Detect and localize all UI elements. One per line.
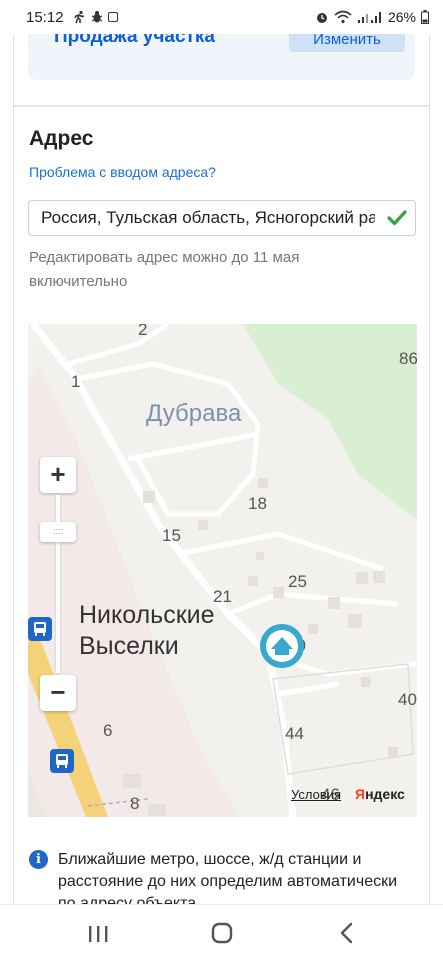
alarm-icon [316,13,327,23]
status-time: 15:12 [26,8,64,26]
page-card: Продажа участка Изменить Адрес Проблема … [13,26,430,912]
map-district-label: Дубрава [146,400,242,427]
home-icon[interactable] [202,919,242,947]
address-heading: Адрес [29,127,94,150]
house-number: 25 [288,572,307,591]
yandex-logo: Яндекс [355,786,405,802]
bug-icon [91,11,102,23]
address-problem-link[interactable]: Проблема с вводом адреса? [29,164,216,180]
house-number: 44 [285,724,304,743]
house-number: 21 [213,587,232,606]
house-number: 40 [398,690,417,709]
battery-percent: 26% [387,9,416,25]
address-input-value[interactable]: Россия, Тульская область, Ясногорский ра… [29,208,375,228]
house-number: 15 [162,526,181,545]
notification-square-icon [107,12,118,22]
signal-icon [357,12,381,23]
bus-stop-icon[interactable] [50,749,74,773]
battery-icon [421,10,429,24]
house-number: 1 [71,372,81,391]
map-village-label-line2: Выселки [79,632,179,660]
house-number: 8 [130,794,140,813]
map-terms-link[interactable]: Условия [291,787,341,802]
running-icon [73,10,84,24]
system-nav-bar [0,904,443,960]
status-right: 26% [315,9,429,25]
map[interactable]: Дубрава Никольские Выселки 1 2 86 18 15 … [28,324,417,817]
location-marker-icon[interactable] [257,621,307,671]
map-base [28,324,417,817]
house-number: 6 [103,721,113,740]
bus-icon [56,754,68,768]
back-icon[interactable] [327,919,367,947]
status-bar: 15:12 26% [0,0,443,34]
house-number: 18 [248,494,267,513]
map-village-label-line1: Никольские [79,601,215,629]
check-icon [387,210,407,226]
address-input[interactable]: Россия, Тульская область, Ясногорский ра… [28,200,416,236]
recent-apps-icon[interactable] [78,919,118,947]
zoom-in-button[interactable]: + [40,457,76,493]
section-divider [14,105,429,107]
info-icon: i [29,850,48,869]
zoom-out-button[interactable]: − [40,675,76,711]
zoom-slider-handle[interactable]: :::: [40,522,76,542]
sale-summary-box: Продажа участка Изменить [28,26,415,80]
status-left-icons [72,10,118,24]
address-edit-note: Редактировать адрес можно до 11 мая вклю… [29,249,300,290]
house-number: 2 [138,324,148,339]
zoom-control: + :::: − [40,457,76,713]
wifi-icon [334,10,352,24]
house-number: 86 [399,349,417,368]
